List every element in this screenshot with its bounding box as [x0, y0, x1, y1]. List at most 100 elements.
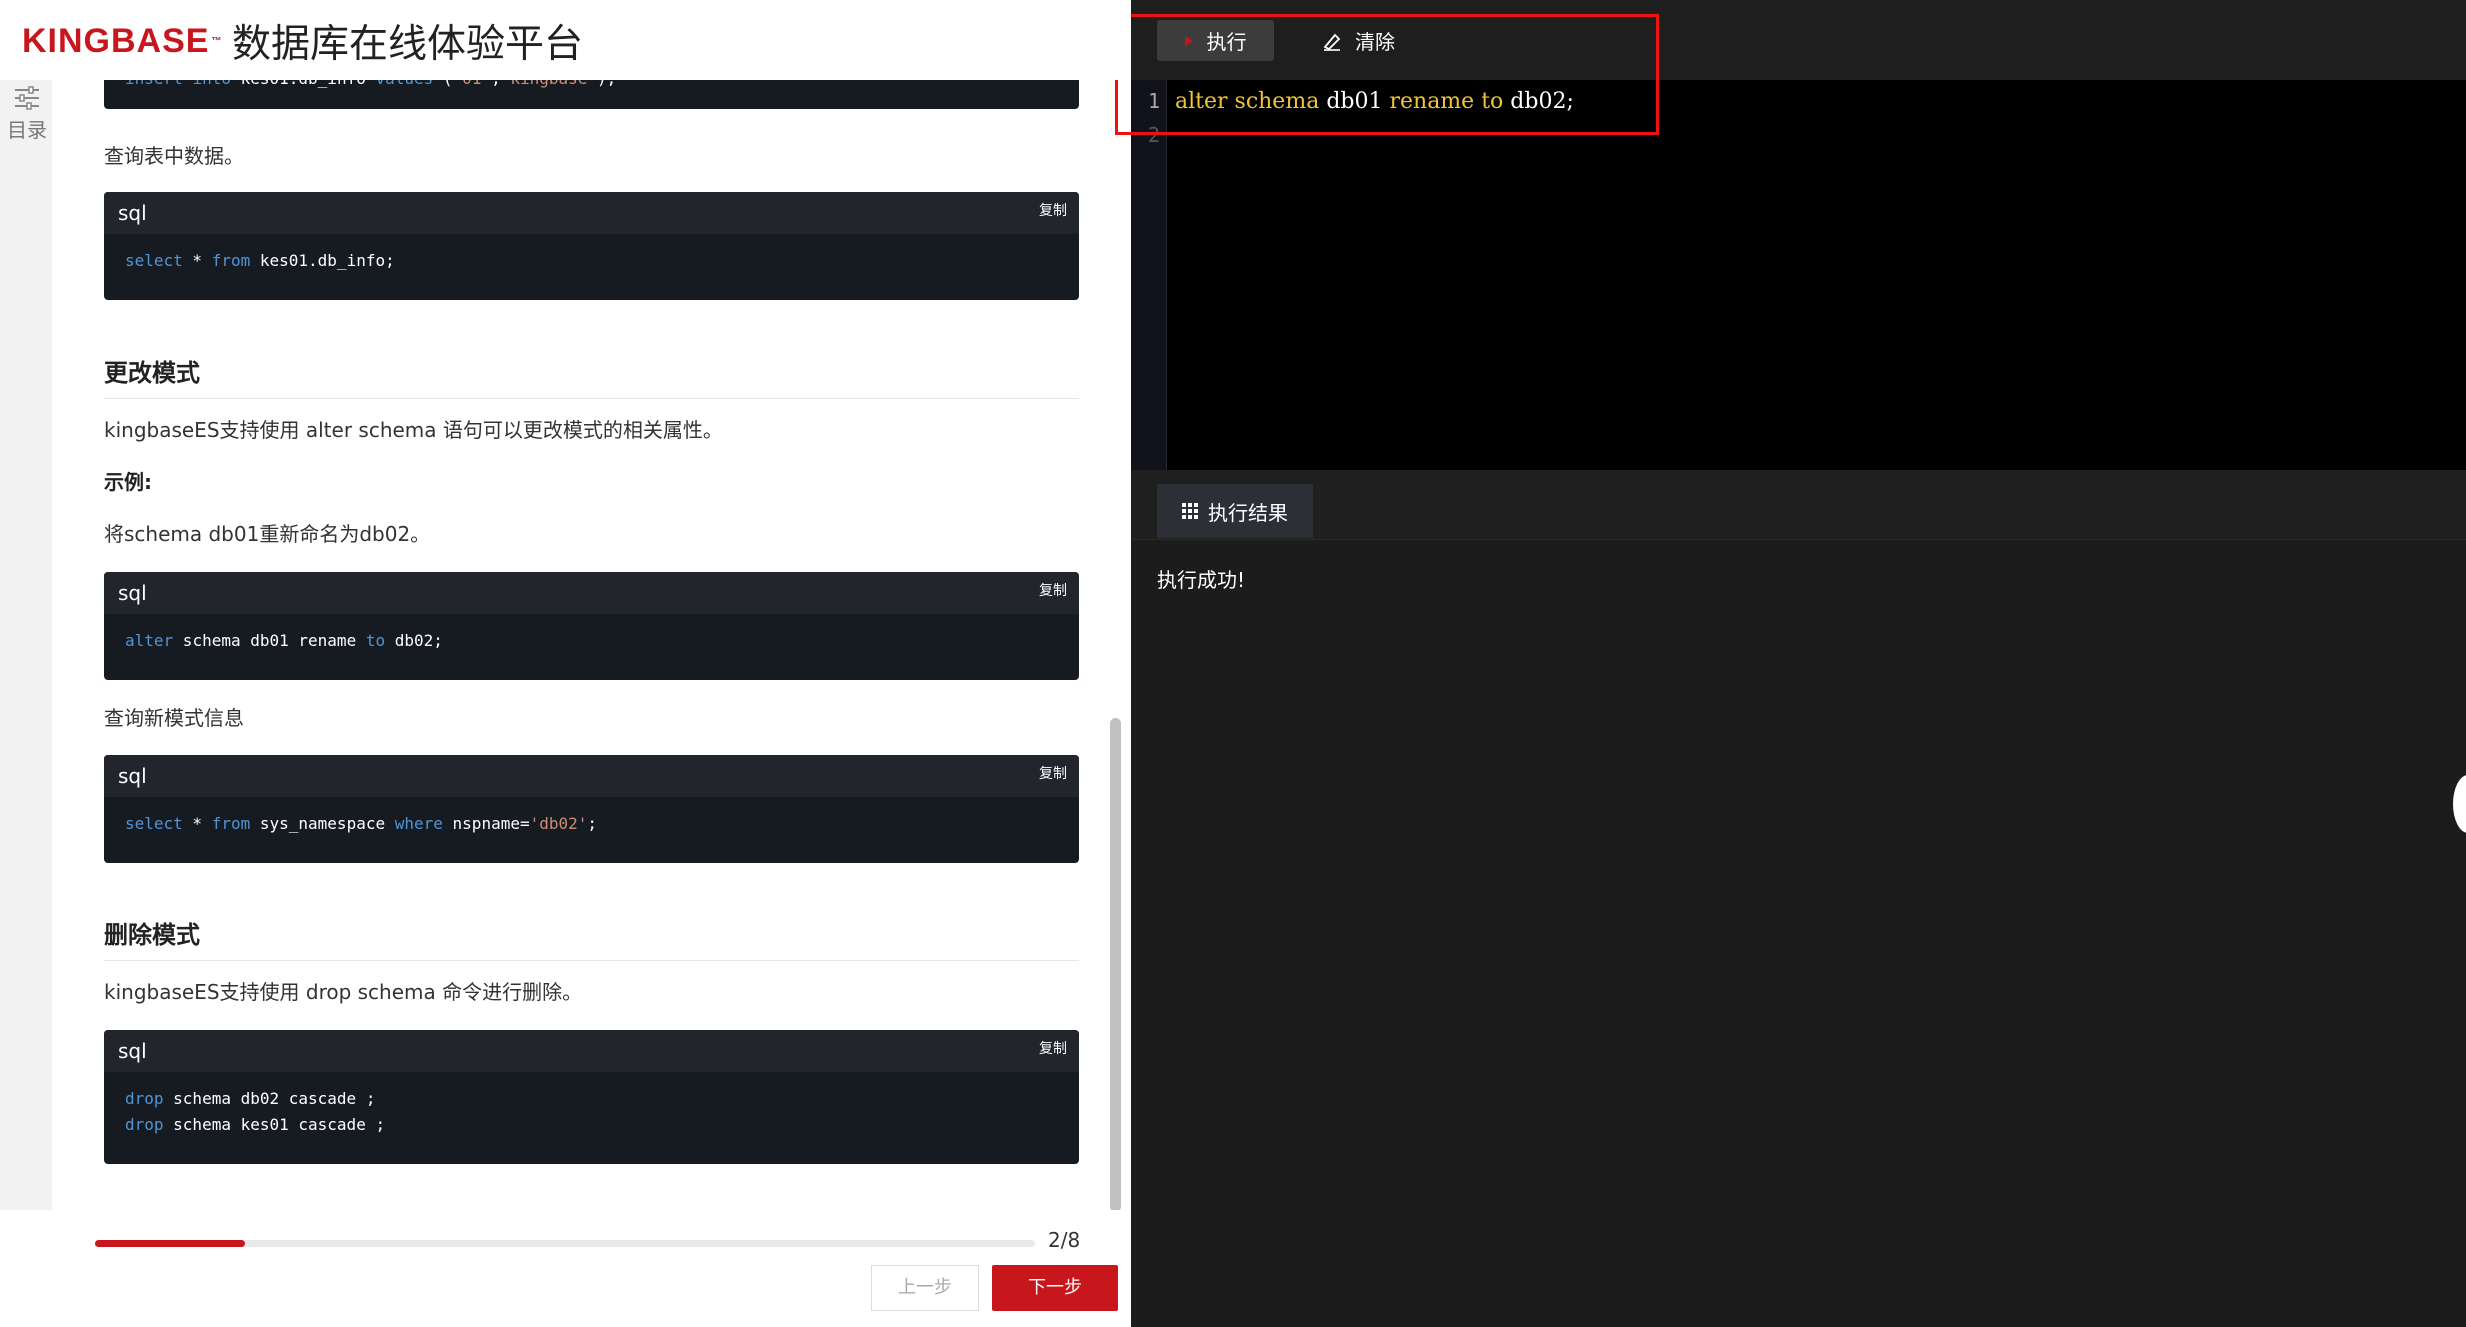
copy-button[interactable]: 复制 [1039, 200, 1067, 220]
logo-trademark: ™ [211, 35, 223, 47]
paragraph-alter-desc: kingbaseES支持使用 alter schema 语句可以更改模式的相关属… [104, 418, 723, 442]
code-block-insert: insert into kes01.db_info values ('01','… [104, 80, 1079, 109]
tab-execution-result[interactable]: 执行结果 [1157, 484, 1313, 538]
copy-button[interactable]: 复制 [1039, 1038, 1067, 1058]
code-text: schema db02 cascade ; [163, 1089, 376, 1108]
copy-button[interactable]: 复制 [1039, 763, 1067, 783]
tutorial-content: insert into kes01.db_info values ('01','… [52, 80, 1112, 1210]
paragraph-rename: 将schema db01重新命名为db02。 [104, 522, 431, 546]
section-heading-alter: 更改模式 [104, 353, 1079, 399]
code-keyword: select [125, 814, 183, 833]
play-icon [1184, 35, 1193, 46]
next-step-button[interactable]: 下一步 [992, 1265, 1118, 1311]
code-keyword: drop [125, 1089, 164, 1108]
code-keyword: to [365, 631, 386, 650]
code-keyword: drop [125, 1115, 164, 1134]
line-number: 2 [1147, 123, 1160, 147]
sidebar-rail [0, 80, 52, 1210]
code-text: ); [597, 80, 616, 88]
tutorial-panel: insert into kes01.db_info values ('01','… [0, 0, 1131, 1327]
sql-editor[interactable]: 1 2 alter schema db01 rename to db02; [1131, 80, 2466, 470]
editor-toolbar: 执行 清除 [1115, 0, 2466, 135]
code-block-select-namespace: sql 复制 select * from sys_namespace where… [104, 755, 1079, 863]
code-language-label: sql [118, 1039, 147, 1063]
code-text: * [182, 251, 212, 270]
code-text: kes01.db_info [241, 80, 366, 88]
code-keyword: select [125, 251, 183, 270]
code-text: schema kes01 cascade ; [163, 1115, 386, 1134]
editor-keyword: alter [1175, 89, 1228, 114]
paragraph-query-new: 查询新模式信息 [104, 706, 244, 730]
editor-keyword: to [1481, 89, 1504, 114]
editor-code-line[interactable]: alter schema db01 rename to db02; [1175, 89, 1574, 114]
code-lines: drop schema db02 cascade ; drop schema k… [104, 1072, 1079, 1152]
result-tab-label: 执行结果 [1208, 500, 1288, 525]
eraser-icon [1323, 33, 1341, 51]
paragraph-query-table: 查询表中数据。 [104, 144, 244, 168]
code-keyword: insert [125, 80, 183, 88]
code-block-alter: sql 复制 alter schema db01 rename to db02; [104, 572, 1079, 680]
editor-text: db01 [1326, 89, 1383, 114]
tutorial-footer: 2/8 上一步 下一步 [0, 1210, 1131, 1327]
code-language-label: sql [118, 764, 147, 788]
editor-text: db02; [1510, 89, 1574, 114]
code-text: db02; [385, 631, 443, 650]
code-keyword: from [211, 251, 251, 270]
page-indicator: 2/8 [1048, 1228, 1081, 1252]
editor-keyword: rename [1389, 89, 1475, 114]
code-string: 'db02' [529, 814, 588, 833]
code-text: ; [587, 814, 598, 833]
code-text: ( [433, 80, 453, 88]
copy-button[interactable]: 复制 [1039, 580, 1067, 600]
code-text: kes01.db_info; [250, 251, 395, 270]
line-number: 1 [1147, 89, 1160, 113]
run-button-label: 执行 [1206, 30, 1247, 54]
clear-button-label: 清除 [1355, 30, 1395, 54]
sliders-icon [15, 86, 39, 110]
code-text: sys_namespace [250, 814, 395, 833]
code-block-header: sql 复制 [104, 755, 1079, 797]
code-block-header: sql 复制 [104, 1030, 1079, 1072]
code-string: '01' [453, 80, 492, 88]
content-scrollbar-thumb[interactable] [1110, 718, 1121, 1212]
code-block-drop: sql 复制 drop schema db02 cascade ; drop s… [104, 1030, 1079, 1164]
kingbase-logo[interactable]: KINGBASE ™ [22, 18, 222, 64]
code-line: select * from kes01.db_info; [104, 234, 1079, 288]
result-message: 执行成功! [1157, 568, 1246, 592]
prev-step-button[interactable]: 上一步 [871, 1265, 979, 1311]
result-output-area: 执行成功! [1131, 540, 2466, 1327]
result-tab-bar: 执行结果 [1131, 470, 2466, 540]
run-button[interactable]: 执行 [1157, 20, 1274, 61]
code-language-label: sql [118, 201, 147, 225]
code-string: 'kingbase' [501, 80, 597, 88]
code-text: nspname= [442, 814, 530, 833]
code-text: * [182, 814, 212, 833]
progress-bar [95, 1240, 1035, 1247]
code-block-select: sql 复制 select * from kes01.db_info; [104, 192, 1079, 300]
logo-text: KINGBASE [22, 21, 210, 60]
editor-keyword: schema [1234, 89, 1320, 114]
paragraph-example-label: 示例: [104, 470, 152, 494]
code-text: , [491, 80, 501, 88]
code-line: alter schema db01 rename to db02; [104, 614, 1079, 668]
sql-console-panel: 执行 清除 1 2 alter schema db01 rename to db… [1115, 0, 2466, 1327]
clear-button[interactable]: 清除 [1321, 20, 1431, 61]
code-keyword: where [394, 814, 443, 833]
code-block-header: sql 复制 [104, 192, 1079, 234]
paragraph-drop-desc: kingbaseES支持使用 drop schema 命令进行删除。 [104, 980, 583, 1004]
code-keyword: values [375, 80, 433, 88]
code-keyword: alter [125, 631, 174, 650]
code-line: select * from sys_namespace where nspnam… [104, 797, 1079, 851]
progress-fill [95, 1240, 246, 1247]
toc-label: 目录 [7, 118, 47, 142]
section-heading-drop: 删除模式 [104, 915, 1079, 961]
code-block-header: sql 复制 [104, 572, 1079, 614]
app-header: KINGBASE ™ 数据库在线体验平台 [0, 0, 1131, 80]
line-number-gutter: 1 2 [1131, 80, 1167, 470]
code-keyword: from [211, 814, 251, 833]
toc-toggle-button[interactable]: 目录 [4, 84, 50, 146]
code-language-label: sql [118, 581, 147, 605]
code-keyword: into [192, 80, 231, 88]
code-text: schema db01 rename [173, 631, 366, 650]
grid-icon [1182, 503, 1198, 519]
